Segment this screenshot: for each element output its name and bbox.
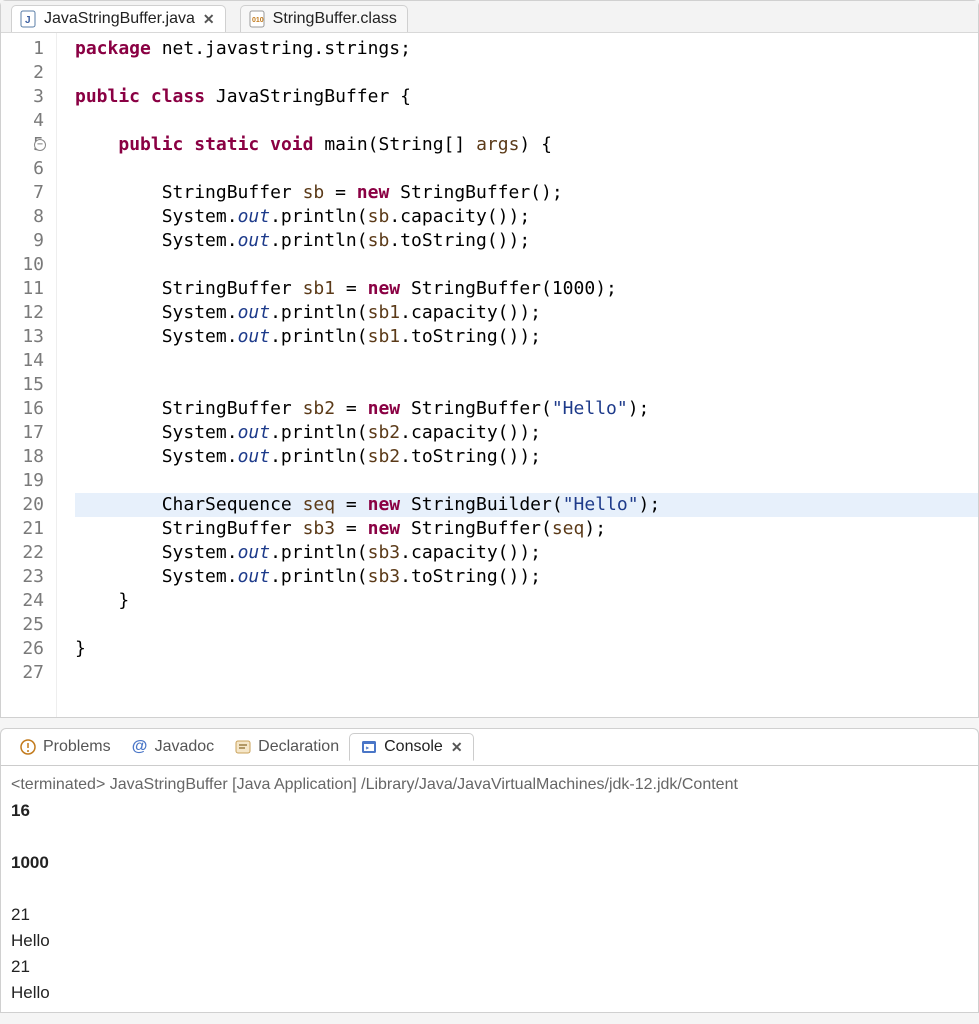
console-line: [11, 876, 968, 902]
code-line[interactable]: System.out.println(sb3.toString());: [75, 565, 978, 589]
line-number: 15: [1, 373, 44, 397]
line-number: 16: [1, 397, 44, 421]
console-icon: [360, 738, 378, 756]
code-line[interactable]: [75, 661, 978, 685]
code-line[interactable]: System.out.println(sb1.capacity());: [75, 301, 978, 325]
code-line[interactable]: System.out.println(sb1.toString());: [75, 325, 978, 349]
editor-tabs-bar: J JavaStringBuffer.java ✕ 010 StringBuffer.c…: [1, 1, 978, 33]
code-line[interactable]: StringBuffer sb = new StringBuffer();: [75, 181, 978, 205]
tab-label: JavaStringBuffer.java: [44, 10, 195, 28]
view-tab-console[interactable]: Console ✕: [349, 733, 473, 761]
line-number: 26: [1, 637, 44, 661]
console-line: Hello: [11, 980, 968, 1006]
javadoc-icon: @: [131, 738, 149, 756]
close-icon[interactable]: ✕: [451, 739, 463, 756]
svg-text:010: 010: [252, 17, 264, 24]
svg-text:J: J: [25, 15, 31, 26]
line-number: 22: [1, 541, 44, 565]
line-number: 2: [1, 61, 44, 85]
editor-tab[interactable]: 010 StringBuffer.class: [240, 5, 408, 32]
code-editor[interactable]: 12345−6789101112131415161718192021222324…: [1, 33, 978, 717]
code-line[interactable]: public class JavaStringBuffer {: [75, 85, 978, 109]
line-number: 24: [1, 589, 44, 613]
line-number: 14: [1, 349, 44, 373]
code-line[interactable]: [75, 349, 978, 373]
code-line[interactable]: System.out.println(sb.capacity());: [75, 205, 978, 229]
console-view: <terminated> JavaStringBuffer [Java Appl…: [0, 765, 979, 1013]
line-number: 11: [1, 277, 44, 301]
code-line[interactable]: System.out.println(sb2.toString());: [75, 445, 978, 469]
code-line[interactable]: StringBuffer sb3 = new StringBuffer(seq)…: [75, 517, 978, 541]
console-line: Hello: [11, 928, 968, 954]
line-number: 5−: [1, 133, 44, 157]
console-status: <terminated> JavaStringBuffer [Java Appl…: [11, 772, 968, 798]
class-file-icon: 010: [249, 10, 267, 28]
problems-icon: [19, 738, 37, 756]
line-number: 20: [1, 493, 44, 517]
code-line[interactable]: System.out.println(sb3.capacity());: [75, 541, 978, 565]
line-number: 4: [1, 109, 44, 133]
line-number: 13: [1, 325, 44, 349]
code-line[interactable]: [75, 61, 978, 85]
line-number: 18: [1, 445, 44, 469]
editor-tab[interactable]: J JavaStringBuffer.java ✕: [11, 5, 226, 32]
code-line[interactable]: StringBuffer sb2 = new StringBuffer("Hel…: [75, 397, 978, 421]
console-line: [11, 824, 968, 850]
code-line[interactable]: System.out.println(sb2.capacity());: [75, 421, 978, 445]
console-line: 16: [11, 798, 968, 824]
close-icon[interactable]: ✕: [203, 11, 215, 28]
line-number: 9: [1, 229, 44, 253]
line-number: 19: [1, 469, 44, 493]
line-number: 10: [1, 253, 44, 277]
view-tab-label: Console: [384, 738, 443, 756]
view-tab-javadoc[interactable]: @ Javadoc: [121, 734, 225, 760]
declaration-icon: [234, 738, 252, 756]
line-number: 1: [1, 37, 44, 61]
code-line[interactable]: CharSequence seq = new StringBuilder("He…: [75, 493, 978, 517]
fold-toggle-icon[interactable]: −: [34, 139, 46, 151]
code-line[interactable]: public static void main(String[] args) {: [75, 133, 978, 157]
view-tab-label: Javadoc: [155, 738, 215, 756]
line-number: 8: [1, 205, 44, 229]
bottom-panel: Problems @ Javadoc Declaration Console ✕ <te…: [0, 728, 979, 1013]
view-tab-label: Declaration: [258, 738, 339, 756]
line-number: 6: [1, 157, 44, 181]
line-gutter: 12345−6789101112131415161718192021222324…: [1, 33, 57, 717]
editor-panel: J JavaStringBuffer.java ✕ 010 StringBuffer.c…: [0, 0, 979, 718]
console-line: 21: [11, 954, 968, 980]
line-number: 21: [1, 517, 44, 541]
line-number: 7: [1, 181, 44, 205]
code-line[interactable]: [75, 109, 978, 133]
code-line[interactable]: }: [75, 589, 978, 613]
code-line[interactable]: package net.javastring.strings;: [75, 37, 978, 61]
line-number: 17: [1, 421, 44, 445]
code-line[interactable]: StringBuffer sb1 = new StringBuffer(1000…: [75, 277, 978, 301]
line-number: 25: [1, 613, 44, 637]
views-tab-bar: Problems @ Javadoc Declaration Console ✕: [0, 728, 979, 765]
view-tab-problems[interactable]: Problems: [9, 734, 121, 760]
code-line[interactable]: System.out.println(sb.toString());: [75, 229, 978, 253]
view-tab-declaration[interactable]: Declaration: [224, 734, 349, 760]
code-line[interactable]: [75, 613, 978, 637]
view-tab-label: Problems: [43, 738, 111, 756]
console-line: 21: [11, 902, 968, 928]
console-line: 1000: [11, 850, 968, 876]
tab-label: StringBuffer.class: [273, 10, 397, 28]
line-number: 12: [1, 301, 44, 325]
console-output: 16 1000 21Hello21Hello: [11, 798, 968, 1006]
code-line[interactable]: [75, 253, 978, 277]
line-number: 3: [1, 85, 44, 109]
code-line[interactable]: [75, 373, 978, 397]
line-number: 23: [1, 565, 44, 589]
line-number: 27: [1, 661, 44, 685]
code-line[interactable]: [75, 157, 978, 181]
code-content[interactable]: package net.javastring.strings; public c…: [57, 33, 978, 717]
code-line[interactable]: [75, 469, 978, 493]
java-file-icon: J: [20, 10, 38, 28]
code-line[interactable]: }: [75, 637, 978, 661]
